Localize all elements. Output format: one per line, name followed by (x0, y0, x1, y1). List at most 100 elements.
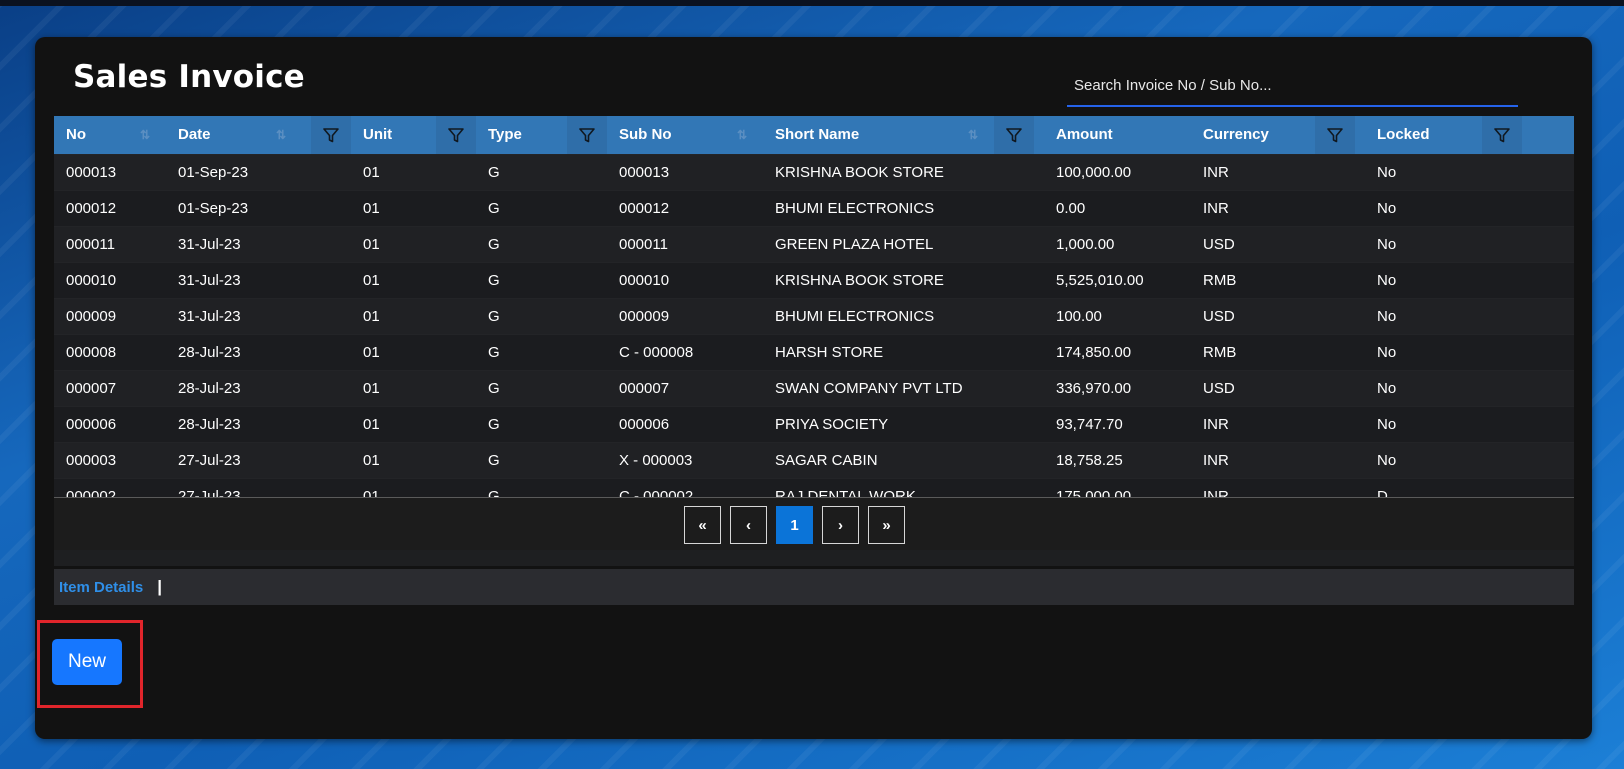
cell-currency: INR (1191, 405, 1365, 442)
funnel-filter-icon[interactable] (567, 116, 607, 154)
cell-date: 01-Sep-23 (166, 189, 351, 226)
cell-short-name: SAGAR CABIN (763, 441, 1044, 478)
column-header-unit[interactable]: Unit (351, 116, 476, 154)
cell-no: 000010 (54, 261, 166, 298)
table-header-row: No ⇅ Date ⇅ Unit Type Sub No ⇅ Short Nam… (54, 116, 1574, 154)
cell-no: 000008 (54, 333, 166, 370)
column-header-date[interactable]: Date ⇅ (166, 116, 351, 154)
column-header-label: Amount (1056, 126, 1113, 144)
table-row[interactable]: 000010 31-Jul-23 01 G 000010 KRISHNA BOO… (54, 261, 1574, 298)
first-page-button[interactable]: « (684, 506, 721, 544)
column-header-currency[interactable]: Currency (1191, 116, 1365, 154)
cell-amount: 5,525,010.00 (1044, 261, 1191, 298)
cell-unit: 01 (351, 369, 476, 406)
last-page-button[interactable]: » (868, 506, 905, 544)
cell-currency: USD (1191, 369, 1365, 406)
cell-locked: No (1365, 369, 1574, 406)
search-input[interactable] (1067, 65, 1518, 105)
funnel-filter-icon[interactable] (1482, 116, 1522, 154)
next-page-button[interactable]: › (822, 506, 859, 544)
prev-page-button[interactable]: ‹ (730, 506, 767, 544)
cell-no: 000007 (54, 369, 166, 406)
cell-amount: 1,000.00 (1044, 225, 1191, 262)
cell-sub-no: 000011 (607, 225, 763, 262)
cell-date: 28-Jul-23 (166, 405, 351, 442)
cell-type: G (476, 405, 607, 442)
table-row[interactable]: 000009 31-Jul-23 01 G 000009 BHUMI ELECT… (54, 297, 1574, 334)
sort-arrows-icon[interactable]: ⇅ (276, 128, 286, 142)
table-row[interactable]: 000007 28-Jul-23 01 G 000007 SWAN COMPAN… (54, 369, 1574, 406)
cell-date: 28-Jul-23 (166, 333, 351, 370)
cell-sub-no: 000010 (607, 261, 763, 298)
cell-date: 31-Jul-23 (166, 225, 351, 262)
cell-unit: 01 (351, 297, 476, 334)
tab-item-details[interactable]: Item Details (59, 579, 143, 596)
table-row[interactable]: 000008 28-Jul-23 01 G C - 000008 HARSH S… (54, 333, 1574, 370)
cell-currency: RMB (1191, 333, 1365, 370)
sort-arrows-icon[interactable]: ⇅ (737, 128, 747, 142)
sort-arrows-icon[interactable]: ⇅ (968, 128, 978, 142)
column-header-label: Date (178, 126, 211, 144)
cell-type: G (476, 297, 607, 334)
cell-no: 000011 (54, 225, 166, 262)
search-field (1067, 65, 1518, 107)
cell-unit: 01 (351, 225, 476, 262)
cell-no: 000012 (54, 189, 166, 226)
cell-type: G (476, 441, 607, 478)
table-body: 000013 01-Sep-23 01 G 000013 KRISHNA BOO… (54, 153, 1574, 514)
cell-unit: 01 (351, 153, 476, 190)
column-header-label: Locked (1377, 126, 1430, 144)
cell-no: 000009 (54, 297, 166, 334)
top-strip (0, 0, 1624, 6)
funnel-filter-icon[interactable] (436, 116, 476, 154)
column-header-sub-no[interactable]: Sub No ⇅ (607, 116, 763, 154)
cell-type: G (476, 189, 607, 226)
cell-amount: 336,970.00 (1044, 369, 1191, 406)
column-header-type[interactable]: Type (476, 116, 607, 154)
cell-short-name: KRISHNA BOOK STORE (763, 153, 1044, 190)
cell-date: 31-Jul-23 (166, 297, 351, 334)
cell-unit: 01 (351, 189, 476, 226)
cell-short-name: BHUMI ELECTRONICS (763, 297, 1044, 334)
cell-amount: 18,758.25 (1044, 441, 1191, 478)
table-row[interactable]: 000012 01-Sep-23 01 G 000012 BHUMI ELECT… (54, 189, 1574, 226)
funnel-filter-icon[interactable] (311, 116, 351, 154)
page-1-button[interactable]: 1 (776, 506, 813, 544)
new-button[interactable]: New (52, 639, 122, 685)
table-row[interactable]: 000003 27-Jul-23 01 G X - 000003 SAGAR C… (54, 441, 1574, 478)
page-title: Sales Invoice (73, 59, 305, 95)
detail-tabs: Item Details | (54, 569, 1574, 605)
table-row[interactable]: 000011 31-Jul-23 01 G 000011 GREEN PLAZA… (54, 225, 1574, 262)
cell-locked: No (1365, 333, 1574, 370)
cell-date: 28-Jul-23 (166, 369, 351, 406)
cell-date: 27-Jul-23 (166, 441, 351, 478)
table-row[interactable]: 000006 28-Jul-23 01 G 000006 PRIYA SOCIE… (54, 405, 1574, 442)
cell-sub-no: 000012 (607, 189, 763, 226)
cell-sub-no: 000006 (607, 405, 763, 442)
pagination: « ‹ 1 › » (684, 506, 905, 544)
cell-short-name: HARSH STORE (763, 333, 1044, 370)
cell-unit: 01 (351, 441, 476, 478)
cell-locked: No (1365, 441, 1574, 478)
column-header-label: No (66, 126, 86, 144)
cell-no: 000003 (54, 441, 166, 478)
column-header-label: Unit (363, 126, 393, 144)
cell-short-name: BHUMI ELECTRONICS (763, 189, 1044, 226)
cell-type: G (476, 261, 607, 298)
cell-unit: 01 (351, 333, 476, 370)
table-row[interactable]: 000013 01-Sep-23 01 G 000013 KRISHNA BOO… (54, 153, 1574, 190)
cell-locked: No (1365, 261, 1574, 298)
cell-sub-no: X - 000003 (607, 441, 763, 478)
funnel-filter-icon[interactable] (994, 116, 1034, 154)
column-header-amount[interactable]: Amount (1044, 116, 1191, 154)
funnel-filter-icon[interactable] (1315, 116, 1355, 154)
cell-short-name: GREEN PLAZA HOTEL (763, 225, 1044, 262)
cell-amount: 100.00 (1044, 297, 1191, 334)
sort-arrows-icon[interactable]: ⇅ (140, 128, 150, 142)
cell-currency: INR (1191, 189, 1365, 226)
column-header-locked[interactable]: Locked (1365, 116, 1574, 154)
column-header-short-name[interactable]: Short Name ⇅ (763, 116, 1044, 154)
cell-unit: 01 (351, 405, 476, 442)
column-header-no[interactable]: No ⇅ (54, 116, 166, 154)
invoice-table: No ⇅ Date ⇅ Unit Type Sub No ⇅ Short Nam… (54, 116, 1574, 514)
